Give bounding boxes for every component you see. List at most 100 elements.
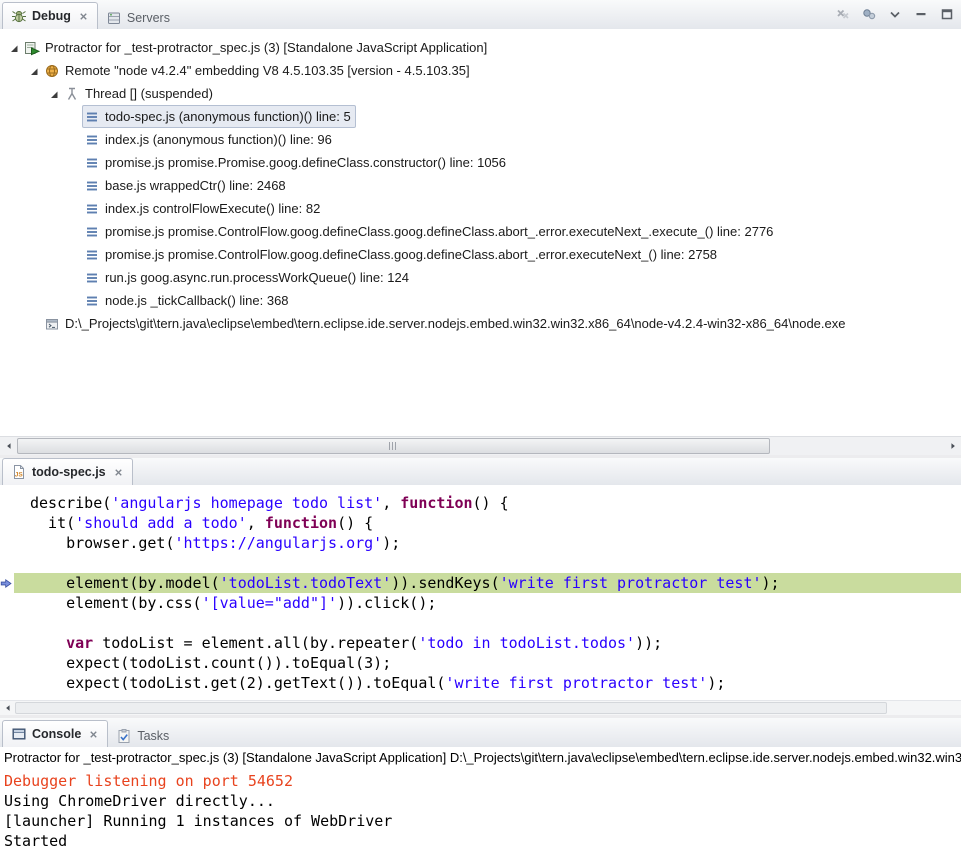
remove-terminated-icon[interactable] <box>835 6 851 22</box>
code-line: element(by.model('todoList.todoText')).s… <box>0 573 961 593</box>
code-line: var todoList = element.all(by.repeater('… <box>0 633 961 653</box>
tab-tasks[interactable]: Tasks <box>108 724 177 747</box>
debug-tree-row[interactable]: promise.js promise.Promise.goog.defineCl… <box>0 151 961 174</box>
tasks-icon <box>116 728 132 744</box>
js-file-icon: JS <box>11 464 27 480</box>
minimize-button[interactable] <box>913 6 929 22</box>
editor-gutter <box>0 633 14 653</box>
expander-icon[interactable] <box>6 40 22 56</box>
editor-view: JS todo-spec.js describe('angularjs home… <box>0 458 961 715</box>
expander-icon[interactable] <box>46 86 62 102</box>
view-menu-chevron-icon[interactable] <box>887 6 903 22</box>
tab-console[interactable]: Console <box>2 720 108 747</box>
tree-item: todo-spec.js (anonymous function)() line… <box>82 105 356 128</box>
scroll-right-arrow-icon[interactable] <box>944 437 961 455</box>
tree-item-label: node.js _tickCallback() line: 368 <box>105 293 289 308</box>
debug-view-toolbar <box>835 0 955 28</box>
thread-icon <box>64 86 80 102</box>
close-icon[interactable] <box>113 467 124 478</box>
console-line: [launcher] Running 1 instances of WebDri… <box>4 811 961 831</box>
debug-tree-row[interactable]: todo-spec.js (anonymous function)() line… <box>0 105 961 128</box>
stack-frame-icon <box>84 132 100 148</box>
code-editor[interactable]: describe('angularjs homepage todo list',… <box>0 485 961 701</box>
code-line: browser.get('https://angularjs.org'); <box>0 533 961 553</box>
console-icon <box>11 726 27 742</box>
tree-item-label: base.js wrappedCtr() line: 2468 <box>105 178 286 193</box>
debug-tree-row[interactable]: index.js (anonymous function)() line: 96 <box>0 128 961 151</box>
tree-item: D:\_Projects\git\tern.java\eclipse\embed… <box>42 312 850 335</box>
tree-item: base.js wrappedCtr() line: 2468 <box>82 174 291 197</box>
console-output[interactable]: Debugger listening on port 54652Using Ch… <box>0 769 961 863</box>
debug-tree-row[interactable]: index.js controlFlowExecute() line: 82 <box>0 197 961 220</box>
console-tabbar: Console Tasks <box>0 718 961 748</box>
scroll-left-arrow-icon[interactable] <box>0 437 17 455</box>
scrollbar-thumb[interactable] <box>17 438 770 454</box>
tree-item: node.js _tickCallback() line: 368 <box>82 289 294 312</box>
stack-frame-icon <box>84 155 100 171</box>
view-gears-icon[interactable] <box>861 6 877 22</box>
editor-gutter <box>0 533 14 553</box>
stack-frame-icon <box>84 270 100 286</box>
code-line: expect(todoList.count()).toEqual(3); <box>0 653 961 673</box>
editor-gutter <box>0 653 14 673</box>
expander-spacer <box>66 178 82 194</box>
expander-icon[interactable] <box>26 63 42 79</box>
tree-item-label: index.js controlFlowExecute() line: 82 <box>105 201 320 216</box>
tree-item-label: promise.js promise.ControlFlow.goog.defi… <box>105 247 717 262</box>
debug-tree-row[interactable]: Thread [] (suspended) <box>0 82 961 105</box>
tree-item-label: run.js goog.async.run.processWorkQueue()… <box>105 270 409 285</box>
tree-item-label: Thread [] (suspended) <box>85 86 213 101</box>
stack-frame-icon <box>84 293 100 309</box>
debug-tree-row[interactable]: base.js wrappedCtr() line: 2468 <box>0 174 961 197</box>
close-icon[interactable] <box>78 11 89 22</box>
tree-item: Protractor for _test-protractor_spec.js … <box>22 36 492 59</box>
scrollbar-track[interactable] <box>15 701 961 715</box>
console-process-title: Protractor for _test-protractor_spec.js … <box>0 747 961 768</box>
console-line: Started <box>4 831 961 851</box>
bug-icon <box>11 8 27 24</box>
code-line: expect(todoList.get(2).getText()).toEqua… <box>0 673 961 693</box>
code-line: describe('angularjs homepage todo list',… <box>0 493 961 513</box>
tree-item: index.js controlFlowExecute() line: 82 <box>82 197 325 220</box>
stack-frame-icon <box>84 178 100 194</box>
code-line: element(by.css('[value="add"]')).click()… <box>0 593 961 613</box>
editor-gutter <box>0 593 14 613</box>
maximize-button[interactable] <box>939 6 955 22</box>
expander-spacer <box>66 224 82 240</box>
editor-hscrollbar[interactable] <box>0 700 961 715</box>
tab-todo-spec[interactable]: JS todo-spec.js <box>2 458 133 485</box>
debug-tree-row[interactable]: Remote "node v4.2.4" embedding V8 4.5.10… <box>0 59 961 82</box>
debug-hscrollbar[interactable] <box>0 436 961 455</box>
svg-text:JS: JS <box>15 472 24 479</box>
scroll-left-arrow-icon[interactable] <box>0 701 15 715</box>
close-icon[interactable] <box>88 729 99 740</box>
expander-spacer <box>66 247 82 263</box>
scrollbar-grip-icon <box>389 442 398 450</box>
tab-console-label: Console <box>32 727 81 741</box>
debug-tree-row[interactable]: run.js goog.async.run.processWorkQueue()… <box>0 266 961 289</box>
remote-vm-icon <box>44 63 60 79</box>
process-icon <box>44 316 60 332</box>
debug-tree-row[interactable]: Protractor for _test-protractor_spec.js … <box>0 36 961 59</box>
instruction-pointer-icon <box>0 573 14 593</box>
servers-icon <box>106 10 122 26</box>
tree-item-label: Remote "node v4.2.4" embedding V8 4.5.10… <box>65 63 470 78</box>
tree-item: promise.js promise.ControlFlow.goog.defi… <box>82 243 722 266</box>
tab-servers[interactable]: Servers <box>98 6 178 29</box>
scrollbar-track[interactable] <box>17 437 944 455</box>
tab-debug[interactable]: Debug <box>2 2 98 29</box>
tree-item: promise.js promise.ControlFlow.goog.defi… <box>82 220 778 243</box>
console-view: Console Tasks Protractor for _test-protr… <box>0 718 961 863</box>
code-line: it('should add a todo', function() { <box>0 513 961 533</box>
debug-tree-row[interactable]: node.js _tickCallback() line: 368 <box>0 289 961 312</box>
console-line: Using ChromeDriver directly... <box>4 791 961 811</box>
tree-item: index.js (anonymous function)() line: 96 <box>82 128 337 151</box>
scrollbar-thumb[interactable] <box>15 702 887 714</box>
debug-tree-row[interactable]: promise.js promise.ControlFlow.goog.defi… <box>0 220 961 243</box>
debug-tree-row[interactable]: D:\_Projects\git\tern.java\eclipse\embed… <box>0 312 961 335</box>
tree-item-label: D:\_Projects\git\tern.java\eclipse\embed… <box>65 316 845 331</box>
tab-tasks-label: Tasks <box>137 729 169 743</box>
debug-tree-row[interactable]: promise.js promise.ControlFlow.goog.defi… <box>0 243 961 266</box>
expander-spacer <box>66 155 82 171</box>
editor-gutter <box>0 493 14 513</box>
